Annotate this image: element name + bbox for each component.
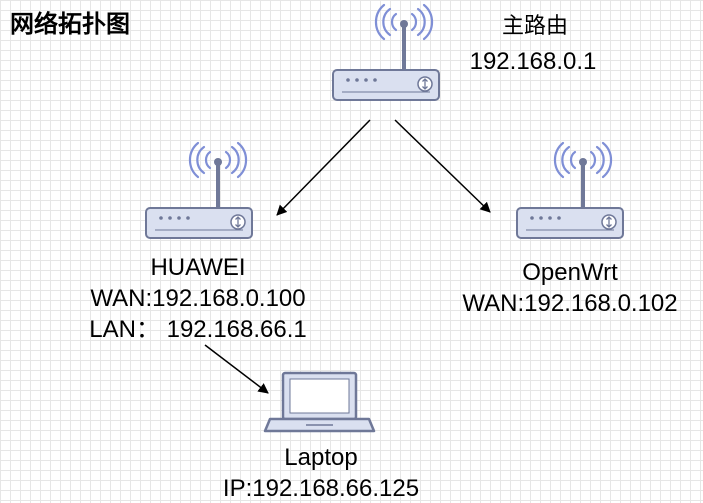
huawei-wan: WAN:192.168.0.100 [90,285,306,312]
openwrt-wan: WAN:192.168.0.102 [462,290,678,317]
link-main-to-openwrt [394,119,491,213]
openwrt-name: OpenWrt [522,259,618,286]
main-router-name: 主路由 [501,14,569,39]
topology-canvas [145,3,624,433]
laptop-ip: IP:192.168.66.125 [222,475,420,502]
huawei-name: HUAWEI [150,254,246,281]
link-huawei-to-laptop [204,344,269,394]
main-router-ip: 192.168.0.1 [469,48,597,75]
huawei-router-icon [145,141,253,239]
openwrt-router-icon [516,141,624,239]
laptop-icon [263,371,376,433]
huawei-lan: LAN： 192.168.66.1 [89,316,307,343]
laptop-name: Laptop [284,444,358,471]
main-router-icon [332,3,440,101]
link-main-to-huawei [276,119,371,216]
